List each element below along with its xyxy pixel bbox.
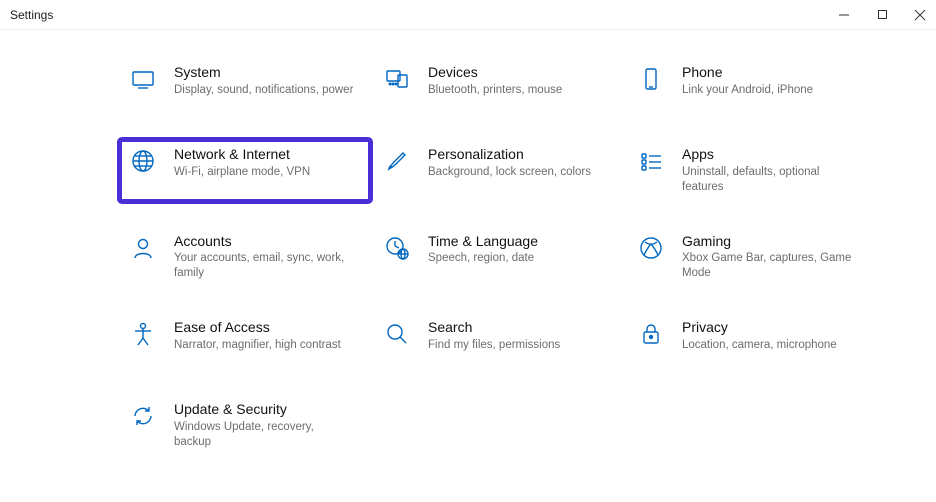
tile-name: Gaming [682, 233, 862, 250]
tile-desc: Narrator, magnifier, high contrast [174, 338, 341, 353]
tile-desc: Location, camera, microphone [682, 338, 837, 353]
tile-text: System Display, sound, notifications, po… [174, 64, 353, 98]
tile-desc: Background, lock screen, colors [428, 165, 591, 180]
tile-desc: Link your Android, iPhone [682, 83, 813, 98]
system-icon [128, 64, 158, 94]
tile-name: System [174, 64, 353, 81]
tile-name: Network & Internet [174, 146, 310, 163]
tile-ease-of-access[interactable]: Ease of Access Narrator, magnifier, high… [120, 313, 370, 369]
tile-text: Network & Internet Wi-Fi, airplane mode,… [174, 146, 310, 180]
phone-icon [636, 64, 666, 94]
tile-system[interactable]: System Display, sound, notifications, po… [120, 58, 370, 114]
tile-text: Personalization Background, lock screen,… [428, 146, 591, 180]
tile-time-language[interactable]: Time & Language Speech, region, date [374, 227, 624, 288]
tile-personalization[interactable]: Personalization Background, lock screen,… [374, 140, 624, 201]
accessibility-icon [128, 319, 158, 349]
tile-name: Phone [682, 64, 813, 81]
tile-name: Privacy [682, 319, 837, 336]
tile-text: Phone Link your Android, iPhone [682, 64, 813, 98]
minimize-icon[interactable] [834, 5, 854, 25]
devices-icon [382, 64, 412, 94]
tile-text: Time & Language Speech, region, date [428, 233, 538, 267]
tile-name: Apps [682, 146, 862, 163]
tile-text: Devices Bluetooth, printers, mouse [428, 64, 562, 98]
tile-desc: Windows Update, recovery, backup [174, 420, 354, 450]
tile-name: Update & Security [174, 401, 354, 418]
maximize-icon[interactable] [872, 5, 892, 25]
tile-text: Privacy Location, camera, microphone [682, 319, 837, 353]
search-icon [382, 319, 412, 349]
tile-name: Accounts [174, 233, 354, 250]
tile-text: Search Find my files, permissions [428, 319, 560, 353]
tile-accounts[interactable]: Accounts Your accounts, email, sync, wor… [120, 227, 370, 288]
tile-search[interactable]: Search Find my files, permissions [374, 313, 624, 369]
tile-gaming[interactable]: Gaming Xbox Game Bar, captures, Game Mod… [628, 227, 878, 288]
close-icon[interactable] [910, 5, 930, 25]
tile-name: Search [428, 319, 560, 336]
tile-desc: Your accounts, email, sync, work, family [174, 251, 354, 281]
person-icon [128, 233, 158, 263]
tile-text: Accounts Your accounts, email, sync, wor… [174, 233, 354, 282]
tile-desc: Wi-Fi, airplane mode, VPN [174, 165, 310, 180]
lock-icon [636, 319, 666, 349]
tile-desc: Speech, region, date [428, 251, 538, 266]
tile-network-internet[interactable]: Network & Internet Wi-Fi, airplane mode,… [120, 140, 370, 201]
paintbrush-icon [382, 146, 412, 176]
tile-desc: Display, sound, notifications, power [174, 83, 353, 98]
tile-desc: Xbox Game Bar, captures, Game Mode [682, 251, 862, 281]
window-controls [834, 5, 936, 25]
tile-text: Apps Uninstall, defaults, optional featu… [682, 146, 862, 195]
tile-name: Time & Language [428, 233, 538, 250]
update-icon [128, 401, 158, 431]
globe-icon [128, 146, 158, 176]
tile-text: Update & Security Windows Update, recove… [174, 401, 354, 450]
tile-desc: Find my files, permissions [428, 338, 560, 353]
tile-name: Ease of Access [174, 319, 341, 336]
tile-desc: Uninstall, defaults, optional features [682, 165, 862, 195]
tile-devices[interactable]: Devices Bluetooth, printers, mouse [374, 58, 624, 114]
tile-privacy[interactable]: Privacy Location, camera, microphone [628, 313, 878, 369]
tile-text: Gaming Xbox Game Bar, captures, Game Mod… [682, 233, 862, 282]
tile-apps[interactable]: Apps Uninstall, defaults, optional featu… [628, 140, 878, 201]
xbox-icon [636, 233, 666, 263]
tile-phone[interactable]: Phone Link your Android, iPhone [628, 58, 878, 114]
tile-name: Personalization [428, 146, 591, 163]
titlebar: Settings [0, 0, 936, 30]
settings-grid: System Display, sound, notifications, po… [0, 30, 936, 456]
tile-update-security[interactable]: Update & Security Windows Update, recove… [120, 395, 370, 456]
window-title: Settings [10, 8, 53, 22]
tile-desc: Bluetooth, printers, mouse [428, 83, 562, 98]
apps-icon [636, 146, 666, 176]
clock-globe-icon [382, 233, 412, 263]
tile-name: Devices [428, 64, 562, 81]
tile-text: Ease of Access Narrator, magnifier, high… [174, 319, 341, 353]
